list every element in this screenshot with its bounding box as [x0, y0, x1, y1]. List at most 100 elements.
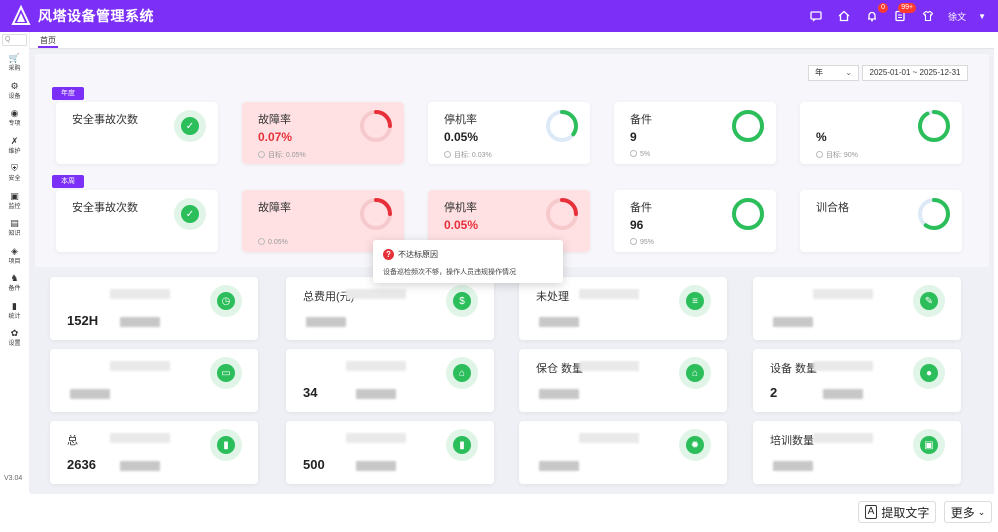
stat-card[interactable]: 152H ◷: [50, 277, 258, 340]
app-logo-icon: [10, 5, 32, 27]
version-label: V3.04: [4, 475, 23, 482]
tab-home[interactable]: 首页: [38, 35, 58, 48]
redacted-value: [773, 461, 813, 471]
sidebar-item-2[interactable]: ◉ 专项: [0, 104, 29, 132]
redacted-label: [346, 433, 406, 443]
kpi-label: 备件: [630, 114, 652, 126]
extract-text-button[interactable]: A 提取文字: [858, 501, 936, 523]
user-menu-chevron-down-icon[interactable]: ▼: [978, 12, 986, 21]
kpi-card[interactable]: 故障率 0.07% 目标: 0.05%: [242, 102, 404, 164]
kpi-label: 故障率: [258, 202, 291, 214]
bell-icon[interactable]: 0: [864, 3, 889, 24]
redacted-value: [539, 317, 579, 327]
tooltip-title: 不达标原因: [398, 250, 438, 259]
sidebar-item-label: 设置: [8, 341, 21, 348]
kpi-card[interactable]: 安全事故次数 ✓: [56, 102, 218, 164]
kpi-label: 训合格: [816, 202, 849, 214]
progress-ring: [544, 196, 580, 232]
kpi-value: 0.07%: [258, 130, 293, 144]
redacted-label: [110, 289, 170, 299]
book-icon: ▤: [10, 218, 19, 229]
extract-text-label: 提取文字: [881, 505, 930, 520]
stat-card[interactable]: 保仓 数量 ⌂: [519, 349, 727, 412]
box-icon: ▮: [446, 429, 478, 461]
more-label: 更多: [950, 505, 975, 520]
stat-card[interactable]: 500 ▮: [286, 421, 494, 484]
stat-card[interactable]: ✎: [753, 277, 961, 340]
kpi-card[interactable]: 安全事故次数 ✓: [56, 190, 218, 252]
stat-value: 34: [303, 385, 318, 400]
stat-card[interactable]: 总费用(元) $: [286, 277, 494, 340]
redacted-label: [579, 433, 639, 443]
task-badge: 99+: [898, 3, 917, 13]
sidebar-search-input[interactable]: Q: [2, 34, 27, 46]
stat-label: 培训数量: [770, 435, 814, 447]
top-toolbar: 0 99+ 徐文 ▼: [808, 0, 986, 32]
tab-bar: 首页: [30, 32, 994, 49]
kpi-target-text: 目标: 0.05%: [268, 152, 306, 159]
kpi-label: 停机率: [444, 114, 477, 126]
redacted-label: [110, 433, 170, 443]
stat-card[interactable]: 总 2636 ▮: [50, 421, 258, 484]
bottom-bar: A 提取文字 更多 ⌄: [0, 494, 998, 532]
tooltip-body: 设备巡检频次不够，操作人员违规操作情况: [383, 269, 516, 276]
sidebar-item-5[interactable]: ▣ 监控: [0, 187, 29, 215]
sidebar-item-10[interactable]: ✿ 设置: [0, 324, 29, 352]
task-icon[interactable]: 99+: [892, 3, 917, 24]
stat-card[interactable]: 未处理 ≡: [519, 277, 727, 340]
more-button[interactable]: 更多 ⌄: [944, 501, 992, 523]
kpi-label: 备件: [630, 202, 652, 214]
message-icon[interactable]: [808, 8, 824, 24]
shirt-icon[interactable]: [920, 8, 936, 24]
stat-value: 152H: [67, 313, 99, 328]
progress-ring: [358, 108, 394, 144]
sidebar-item-0[interactable]: 🛒 采购: [0, 49, 29, 77]
stat-value: 500: [303, 457, 325, 472]
sidebar-item-4[interactable]: ⛨ 安全: [0, 159, 29, 187]
progress-ring: [730, 196, 766, 232]
box-icon: ▮: [210, 429, 242, 461]
sidebar-item-1[interactable]: ⚙ 设备: [0, 77, 29, 105]
redacted-label: [110, 361, 170, 371]
target-icon: [816, 151, 823, 158]
target-icon: [630, 150, 637, 157]
section-tag-year: 年度: [52, 87, 84, 100]
home-icon[interactable]: [836, 8, 852, 24]
stat-card[interactable]: 设备 数量 2 ●: [753, 349, 961, 412]
top-bar: 风塔设备管理系统 0 99+ 徐文 ▼: [0, 0, 998, 32]
kpi-card[interactable]: % 目标: 90%: [800, 102, 962, 164]
sidebar-item-3[interactable]: ✗ 维护: [0, 132, 29, 160]
kpi-target: 5%: [630, 150, 650, 158]
shield-check-icon: ✓: [174, 198, 206, 230]
stat-label: 保仓 数量: [536, 363, 584, 375]
kpi-card[interactable]: 备件 96 95%: [614, 190, 776, 252]
kpi-target-text: 0.05%: [268, 239, 288, 246]
money-bag-icon: $: [446, 285, 478, 317]
stat-card[interactable]: 34 ⌂: [286, 349, 494, 412]
kpi-panel: 年 ⌄ 2025-01-01 ~ 2025-12-31 年度 安全事故次数 ✓ 故障率…: [35, 54, 989, 283]
sidebar-item-7[interactable]: ◈ 项目: [0, 242, 29, 270]
redacted-value: [120, 461, 160, 471]
date-range-picker[interactable]: 2025-01-01 ~ 2025-12-31: [862, 65, 968, 81]
warehouse-icon: ⌂: [679, 357, 711, 389]
kpi-card[interactable]: 备件 9 5%: [614, 102, 776, 164]
redacted-label: [346, 361, 406, 371]
kpi-card[interactable]: 停机率 0.05% 目标: 0.03%: [428, 102, 590, 164]
kpi-target: 目标: 0.05%: [258, 150, 306, 160]
period-select[interactable]: 年 ⌄: [808, 65, 859, 81]
kpi-target: 95%: [630, 238, 654, 246]
kpi-card[interactable]: 训合格: [800, 190, 962, 252]
project-icon: ◈: [11, 245, 18, 256]
kpi-value: 0.05%: [444, 218, 479, 232]
device-icon: ●: [913, 357, 945, 389]
sidebar-item-8[interactable]: ♞ 备件: [0, 269, 29, 297]
stat-card[interactable]: ✹: [519, 421, 727, 484]
stat-card[interactable]: 培训数量 ▣: [753, 421, 961, 484]
stat-card[interactable]: ▭: [50, 349, 258, 412]
redacted-value: [773, 317, 813, 327]
stat-label: 未处理: [536, 291, 569, 303]
redacted-label: [813, 289, 873, 299]
sidebar-item-9[interactable]: ▮ 统计: [0, 297, 29, 325]
user-name[interactable]: 徐文: [948, 10, 966, 23]
sidebar-item-6[interactable]: ▤ 知识: [0, 214, 29, 242]
